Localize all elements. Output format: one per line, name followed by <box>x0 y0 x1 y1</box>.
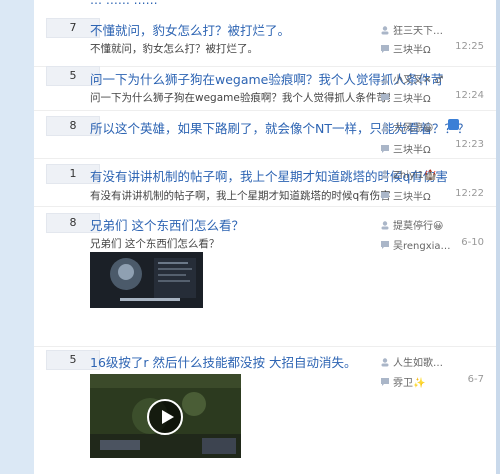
thread-image-thumbnail[interactable] <box>90 252 203 308</box>
thread-author[interactable]: 狂三天下… <box>380 22 443 37</box>
reply-icon <box>381 145 389 153</box>
replier-name[interactable]: 吴rengxia… <box>393 241 451 252</box>
author-name[interactable]: 人生如歌… <box>393 358 443 369</box>
reply-icon <box>381 378 389 386</box>
thread-abstract: 有没有讲讲机制的帖子啊，我上个星期才知道跳塔的时候q有伤害 <box>90 190 390 202</box>
author-name[interactable]: Zhiyi1🏰 <box>393 170 436 181</box>
last-replier[interactable]: 雰卫✨ <box>380 374 425 389</box>
thread-row: 8 所以这个英雄，如果下路刷了，就会像个NT一样，只能光看着？？？ 大风凉😀 三… <box>34 110 496 159</box>
thread-abstract: 不懂就问，豹女怎么打？被打烂了。 <box>90 43 258 55</box>
thread-row: 5 问一下为什么狮子狗在wegame验痕啊？我个人觉得抓人条件苛 问一下为什么狮… <box>34 62 496 111</box>
user-icon <box>381 75 389 84</box>
user-icon <box>381 170 389 179</box>
thread-title[interactable]: 16级按了r 然后什么技能都没按 大招自动消失。 <box>90 352 357 371</box>
reply-icon <box>381 241 389 249</box>
author-name[interactable]: 大风凉😀 <box>393 123 433 134</box>
reply-time: 12:22 <box>455 188 484 199</box>
user-icon <box>381 221 389 230</box>
thread-video-thumbnail[interactable] <box>90 374 241 458</box>
replier-name[interactable]: 三块半Ω <box>393 94 431 105</box>
thread-author[interactable]: 提莫停行😀 <box>380 217 443 232</box>
reply-time: 6-7 <box>467 374 484 385</box>
reply-time: 12:23 <box>455 139 484 150</box>
author-name[interactable]: 狂三天下… <box>393 26 443 37</box>
last-replier[interactable]: 吴rengxia… <box>380 237 451 252</box>
reply-icon <box>381 45 389 53</box>
thread-row: 7 不懂就问，豹女怎么打？被打烂了。 不懂就问，豹女怎么打？被打烂了。 狂三天下… <box>34 12 496 67</box>
user-icon <box>381 358 389 367</box>
last-replier[interactable]: 三块半Ω <box>380 90 431 105</box>
thread-title[interactable]: 不懂就问，豹女怎么打？被打烂了。 <box>90 20 290 39</box>
thread-author[interactable]: 大风凉😀 <box>380 119 433 134</box>
replier-name[interactable]: 三块半Ω <box>393 45 431 56</box>
thread-title[interactable]: 兄弟们 这个东西们怎么看？ <box>90 215 244 234</box>
pin-icon <box>448 119 459 130</box>
play-icon[interactable] <box>147 399 183 435</box>
game-screenshot-image <box>90 252 203 308</box>
thread-list: … …… …… 7 不懂就问，豹女怎么打？被打烂了。 不懂就问，豹女怎么打？被打… <box>34 0 496 474</box>
user-icon <box>381 123 389 132</box>
author-name[interactable]: 提莫停行😀 <box>393 221 443 232</box>
last-replier[interactable]: 三块半Ω <box>380 188 431 203</box>
thread-abstract: 兄弟们 这个东西们怎么看？ <box>90 238 220 250</box>
reply-icon <box>381 94 389 102</box>
user-icon <box>381 26 389 35</box>
thread-row: 1 有没有讲讲机制的帖子啊，我上个星期才知道跳塔的时候q有伤害 有没有讲讲机制的… <box>34 158 496 207</box>
thread-abstract: 问一下为什么狮子狗在wegame验痕啊？我个人觉得抓人条件苛刻打团能秒c偏下的 <box>90 92 390 104</box>
thread-author[interactable]: 小叉叉✕ ♂ <box>380 71 444 86</box>
reply-time: 12:25 <box>455 41 484 52</box>
last-replier[interactable]: 三块半Ω <box>380 41 431 56</box>
previous-thread-fragment: … …… …… <box>90 0 158 7</box>
replier-name[interactable]: 雰卫✨ <box>393 378 425 389</box>
reply-time: 6-10 <box>461 237 484 248</box>
last-replier[interactable]: 三块半Ω <box>380 141 431 156</box>
author-name[interactable]: 小叉叉✕ ♂ <box>393 75 444 86</box>
replier-name[interactable]: 三块半Ω <box>393 145 431 156</box>
reply-icon <box>381 192 389 200</box>
replier-name[interactable]: 三块半Ω <box>393 192 431 203</box>
thread-author[interactable]: Zhiyi1🏰 <box>380 169 436 181</box>
thread-author[interactable]: 人生如歌… <box>380 354 443 369</box>
reply-time: 12:24 <box>455 90 484 101</box>
scrollbar[interactable] <box>496 0 500 474</box>
